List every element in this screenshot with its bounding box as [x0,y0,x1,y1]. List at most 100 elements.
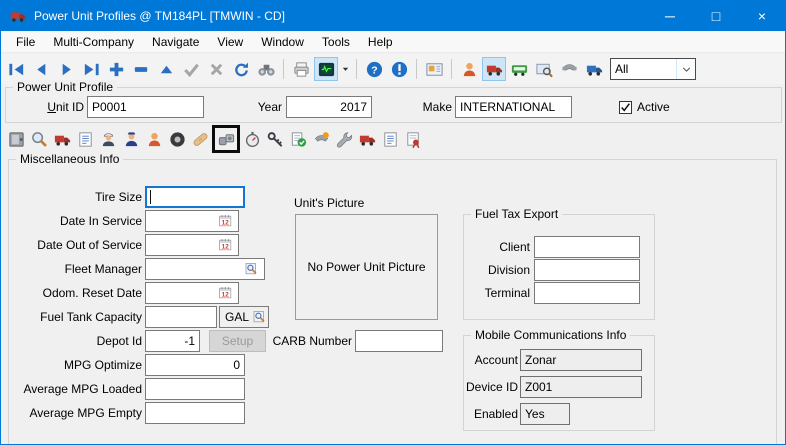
filter-dropdown-button[interactable] [676,59,695,79]
inspection-tab[interactable] [287,127,309,151]
enabled-value: Yes [525,407,545,421]
delete-record-button[interactable] [129,57,153,81]
maximize-button[interactable]: □ [693,1,739,31]
calendar-icon[interactable]: 12 [218,237,234,253]
average-mpg-loaded-field[interactable] [145,378,245,400]
repair-tab[interactable] [189,127,211,151]
menu-file[interactable]: File [7,32,44,52]
depot-id-field[interactable]: -1 [145,330,200,352]
make-field[interactable]: INTERNATIONAL [455,96,572,118]
minimize-icon: ─ [665,9,675,23]
division-field[interactable] [534,259,640,281]
odom-reset-date-label: Odom. Reset Date [9,282,142,304]
filter-dropdown[interactable]: All [610,58,696,80]
driver-tab[interactable] [143,127,165,151]
unit-id-field[interactable]: P0001 [87,96,204,118]
year-field[interactable]: 2017 [286,96,372,118]
phone-alert-tab[interactable] [310,127,332,151]
print-button[interactable] [289,57,313,81]
carb-number-field[interactable] [355,330,443,352]
profile-window-button[interactable] [422,57,446,81]
truck-tab[interactable] [356,127,378,151]
service-tab[interactable] [333,127,355,151]
unit-id-label: Unit ID [6,96,84,118]
average-mpg-empty-field[interactable] [145,402,245,424]
last-record-button[interactable] [79,57,103,81]
menu-window[interactable]: Window [252,32,313,52]
calendar-icon[interactable]: 12 [218,213,234,229]
fuel-tank-capacity-field[interactable] [145,306,217,328]
menu-help[interactable]: Help [359,32,402,52]
mpg-optimize-field[interactable]: 0 [145,354,245,376]
cancel-button[interactable] [204,57,228,81]
save-button[interactable] [179,57,203,81]
carrier-profile-button[interactable] [582,57,606,81]
active-checkbox[interactable] [619,101,632,114]
depot-id-label: Depot Id [9,330,142,352]
calendar-icon[interactable]: 12 [218,285,234,301]
enabled-field[interactable]: Yes [520,403,570,425]
add-record-button[interactable] [104,57,128,81]
cross-icon [207,60,226,79]
report-tab[interactable] [379,127,401,151]
odom-reset-date-field[interactable]: 12 [145,282,239,304]
toolbar-separator [451,59,452,79]
lookup-icon[interactable] [252,309,268,325]
menu-multi-company[interactable]: Multi-Company [44,32,143,52]
app-truck-icon [9,7,27,25]
refresh-button[interactable] [229,57,253,81]
about-button[interactable] [387,57,411,81]
help-button[interactable]: ? [362,57,386,81]
minimize-button[interactable]: ─ [647,1,693,31]
client-field[interactable] [534,236,640,258]
text-caret [150,190,151,204]
fleet-manager-label: Fleet Manager [9,258,142,280]
collapse-button[interactable] [154,57,178,81]
equipment-tab[interactable] [212,125,240,153]
svg-text:12: 12 [222,292,230,299]
add-icon [107,60,126,79]
enabled-label: Enabled [466,403,518,425]
account-field[interactable]: Zonar [520,349,642,371]
notes-tab[interactable] [74,127,96,151]
tire-size-field[interactable] [145,186,245,208]
dropdown-caret-button[interactable] [339,57,351,81]
menu-tools[interactable]: Tools [313,32,359,52]
unit-id-value: P0001 [92,100,127,114]
prev-record-button[interactable] [29,57,53,81]
device-id-field[interactable]: Z001 [520,376,642,398]
trailer-profile-button[interactable] [507,57,531,81]
monitor-icon [317,60,336,79]
menu-navigate[interactable]: Navigate [143,32,208,52]
chauffeur-tab[interactable] [97,127,119,151]
terminal-field[interactable] [534,282,640,304]
menu-view[interactable]: View [208,32,252,52]
first-record-button[interactable] [4,57,28,81]
date-in-service-field[interactable]: 12 [145,210,239,232]
tire-icon [168,130,187,149]
lookup-icon[interactable] [244,261,260,277]
toolbar-separator [416,59,417,79]
key-tab[interactable] [264,127,286,151]
find-button[interactable] [254,57,278,81]
phone-button[interactable] [557,57,581,81]
power-unit-tab[interactable] [51,127,73,151]
last-icon [82,60,101,79]
tire-tab[interactable] [166,127,188,151]
safe-tab[interactable] [5,127,27,151]
date-out-of-service-field[interactable]: 12 [145,234,239,256]
certificate-tab[interactable] [402,127,424,151]
next-record-button[interactable] [54,57,78,81]
monitor-button[interactable] [314,57,338,81]
unit-card-button[interactable] [532,57,556,81]
unit-search-tab[interactable] [28,127,50,151]
power-unit-profile-button[interactable] [482,57,506,81]
timer-tab[interactable] [241,127,263,151]
power-unit-profile-group-label: Power Unit Profile [13,80,117,95]
repair-icon [191,130,210,149]
officer-tab[interactable] [120,127,142,151]
chauffeur-icon [99,130,118,149]
close-button[interactable]: × [739,1,785,31]
customer-profile-button[interactable] [457,57,481,81]
fleet-manager-field[interactable] [145,258,265,280]
